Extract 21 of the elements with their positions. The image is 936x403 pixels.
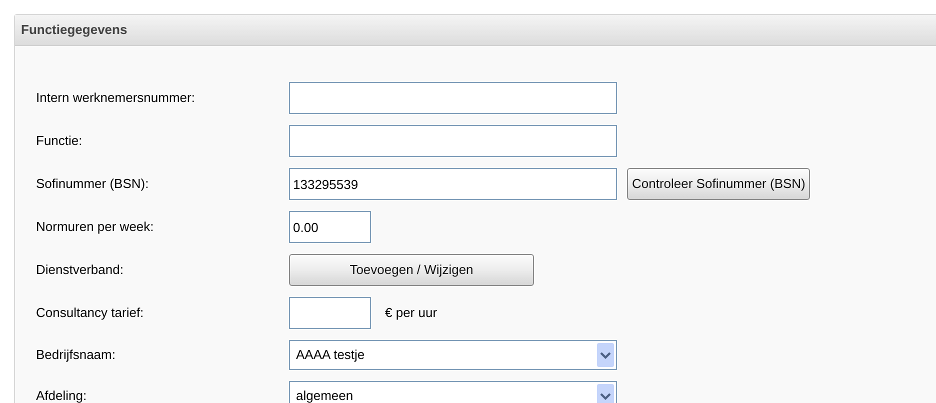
- input-field[interactable]: [289, 125, 617, 157]
- field-label: Normuren per week:: [36, 218, 155, 236]
- field-label: Afdeling:: [36, 387, 88, 403]
- chevron-down-icon: [597, 384, 614, 403]
- panel-title: Functiegegevens: [21, 21, 128, 40]
- select-field[interactable]: AAAA testje: [289, 340, 617, 370]
- field-label: Functie:: [36, 132, 84, 150]
- input-field[interactable]: 133295539: [289, 168, 617, 200]
- input-field[interactable]: 0.00: [289, 211, 371, 243]
- field-label: Bedrijfsnaam:: [36, 346, 116, 364]
- field-label: Dienstverband:: [36, 261, 124, 280]
- check-button[interactable]: Controleer Sofinummer (BSN): [627, 168, 810, 200]
- field-label: Sofinummer (BSN):: [36, 175, 150, 194]
- input-field[interactable]: [289, 82, 617, 114]
- chevron-down-icon: [597, 343, 614, 367]
- input-field[interactable]: [289, 297, 371, 329]
- unit-label: € per uur: [384, 304, 438, 322]
- add-edit-button[interactable]: Toevoegen / Wijzigen: [289, 254, 534, 286]
- field-label: Consultancy tarief:: [36, 304, 145, 322]
- field-label: Intern werknemersnummer:: [36, 89, 196, 108]
- select-field[interactable]: algemeen: [289, 381, 617, 403]
